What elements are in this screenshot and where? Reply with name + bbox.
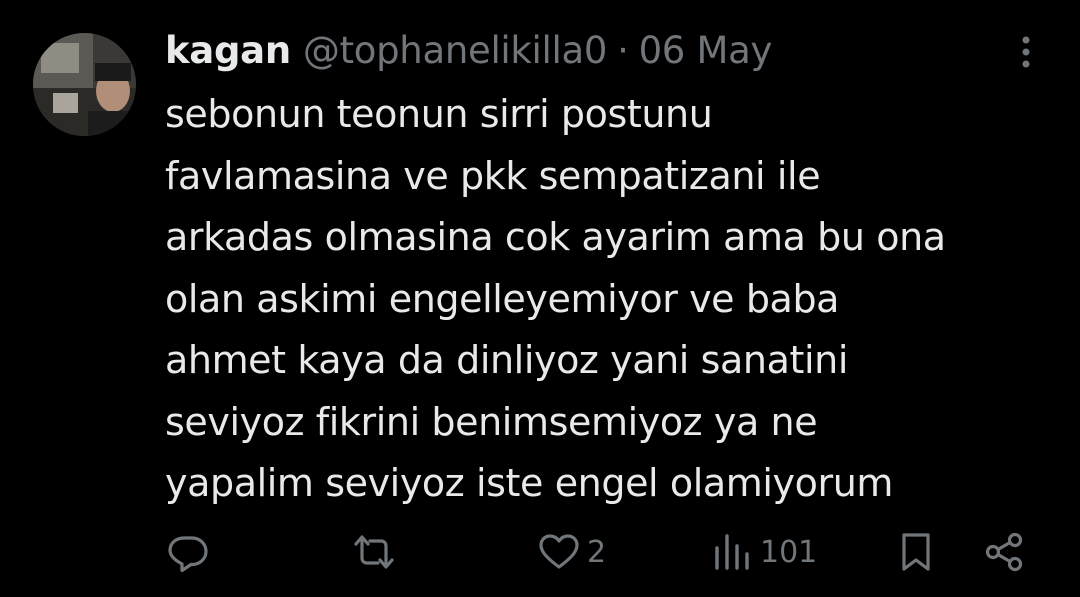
reply-button[interactable]	[166, 524, 210, 580]
like-count: 2	[587, 534, 607, 570]
heart-icon	[539, 534, 579, 569]
bookmark-button[interactable]	[894, 524, 938, 580]
tweet-actions: 2 101	[0, 524, 1080, 580]
reply-icon	[168, 536, 208, 573]
like-button[interactable]: 2	[537, 524, 606, 580]
header-separator: ·	[617, 28, 629, 72]
avatar[interactable]	[33, 33, 136, 136]
share-button[interactable]	[982, 524, 1026, 580]
views-button[interactable]: 101	[710, 524, 817, 580]
tweet-date[interactable]: 06 May	[639, 29, 773, 72]
tweet-header: kagan @tophanelikilla0 · 06 May	[165, 22, 772, 78]
author-name[interactable]: kagan	[165, 29, 291, 72]
more-options-button[interactable]	[1010, 30, 1042, 74]
views-count: 101	[760, 534, 818, 570]
tweet: kagan @tophanelikilla0 · 06 May sebonun …	[0, 0, 1080, 597]
more-vertical-icon	[1022, 36, 1030, 68]
retweet-icon	[354, 535, 394, 569]
retweet-button[interactable]	[350, 524, 398, 580]
share-icon	[985, 532, 1023, 572]
tweet-text: sebonun teonun sirri postunu favlamasina…	[165, 92, 946, 505]
bookmark-icon	[902, 533, 930, 571]
author-handle[interactable]: @tophanelikilla0	[303, 29, 608, 72]
views-icon	[715, 534, 749, 570]
